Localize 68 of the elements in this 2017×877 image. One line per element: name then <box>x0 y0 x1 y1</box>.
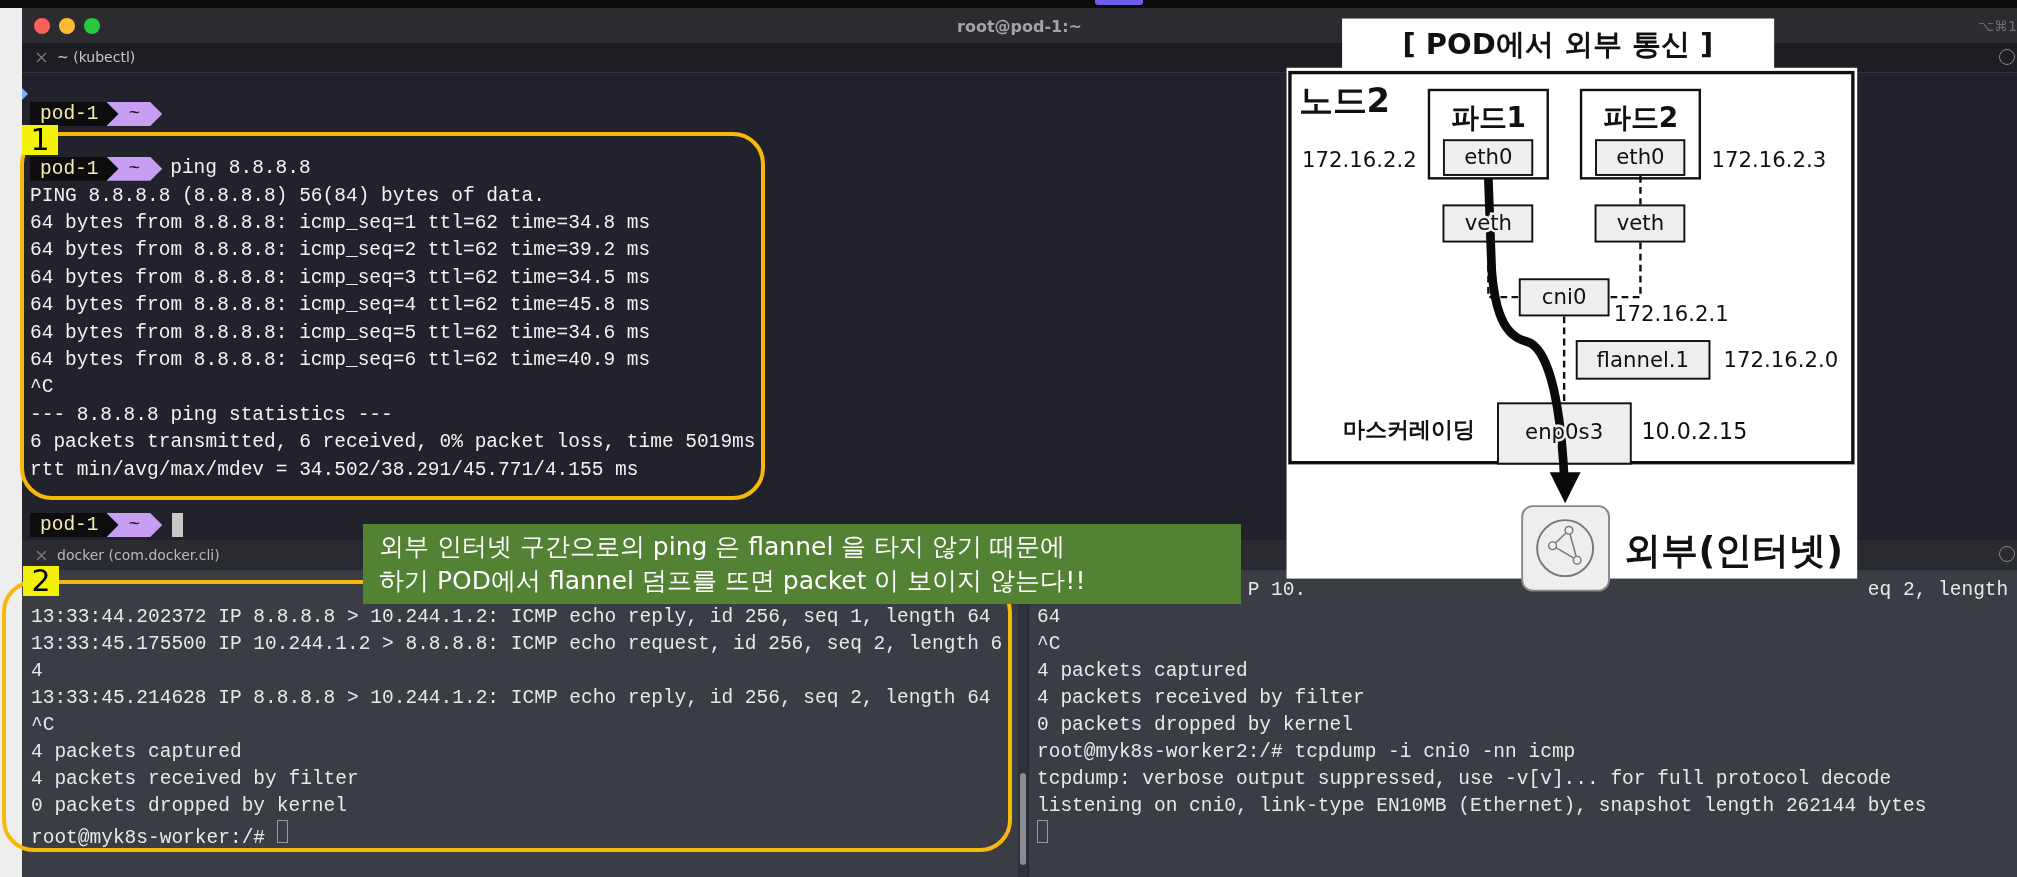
terminal-line: 4 packets captured <box>1037 660 1248 682</box>
close-tab-icon[interactable] <box>36 549 47 561</box>
prompt-host: pod-1 <box>30 513 119 538</box>
pod-label: 파드2 <box>1602 100 1679 134</box>
highlight-number: 1 <box>22 125 58 155</box>
globe-icon <box>1521 505 1610 592</box>
pod-label: 파드1 <box>1450 100 1527 134</box>
terminal-line: 13:33:45.214628 IP 8.8.8.8 > 10.244.1.2: ICMP echo reply, id 256, seq 2, length 64 <box>31 687 991 709</box>
marker-icon <box>22 88 28 100</box>
prompt-host: pod-1 <box>30 102 119 127</box>
ip-label: 172.16.2.1 <box>1613 301 1729 327</box>
terminal-line: eq 2, length <box>1867 579 2009 601</box>
veth-label: veth <box>1616 209 1665 235</box>
terminal-line: 0 packets dropped by kernel <box>31 795 347 817</box>
prompt-host: pod-1 <box>30 156 119 181</box>
annotation-note: 외부 인터넷 구간으로의 ping 은 flannel 을 타지 않기 때문에 하기 POD에서 flannel 덤프를 뜨면 packet 이 보이지 않는다!! <box>363 524 1241 604</box>
terminal-line: 64 bytes from 8.8.8.8: icmp_seq=4 ttl=62 time=45.8 ms <box>30 294 651 317</box>
terminal-line: ^C <box>1037 633 1061 655</box>
terminal-line: root@myk8s-worker2:/# tcpdump -i cni0 -nn icmp <box>1037 741 1576 763</box>
terminal-line: rtt min/avg/max/mdev = 34.502/38.291/45.771/4.155 ms <box>30 458 639 481</box>
diagram-title: [ POD에서 외부 통신 ] <box>1402 27 1714 62</box>
scrollbar-thumb[interactable] <box>1020 773 1026 865</box>
terminal-line: 64 bytes from 8.8.8.8: icmp_seq=2 ttl=62 time=39.2 ms <box>30 239 651 262</box>
terminal-line: 0 packets dropped by kernel <box>1037 714 1353 736</box>
minimize-button[interactable] <box>59 17 75 34</box>
terminal-line: 64 <box>1037 606 1061 628</box>
terminal-line: 13:33:44.202372 IP 8.8.8.8 > 10.244.1.2: ICMP echo reply, id 256, seq 1, length 64 <box>31 606 991 628</box>
terminal-line: 64 bytes from 8.8.8.8: icmp_seq=5 ttl=62 time=34.6 ms <box>30 321 651 344</box>
terminal-line: 4 packets received by filter <box>1037 687 1365 709</box>
node-label: 노드2 <box>1298 81 1391 121</box>
terminal-line: 64 bytes from 8.8.8.8: icmp_seq=1 ttl=62 time=34.8 ms <box>30 211 651 234</box>
masquerade-label: 마스커레이딩 <box>1343 416 1476 443</box>
window-title: root@pod-1:~ <box>957 16 1082 38</box>
connector-line <box>1609 242 1642 299</box>
zoom-button[interactable] <box>84 17 100 34</box>
ip-label: 172.16.2.3 <box>1711 146 1827 172</box>
close-tab-icon[interactable] <box>36 52 47 63</box>
ip-label: 172.16.2.0 <box>1723 347 1839 373</box>
terminal-line: 64 bytes from 8.8.8.8: icmp_seq=3 ttl=62 time=34.5 ms <box>30 266 651 289</box>
terminal-line: P 10. <box>1247 579 1307 601</box>
terminal-line: PING 8.8.8.8 (8.8.8.8) 56(84) bytes of data. <box>30 184 545 207</box>
ip-label: 172.16.2.2 <box>1302 146 1417 172</box>
terminal-line: listening on cni0, link-type EN10MB (Ethernet), snapshot length 262144 bytes <box>1037 795 1927 817</box>
terminal-line: 64 bytes from 8.8.8.8: icmp_seq=6 ttl=62 time=40.9 ms <box>30 349 651 371</box>
terminal-line: 4 <box>31 660 43 682</box>
connector-line <box>1639 175 1642 205</box>
terminal-line: 4 packets captured <box>31 741 242 763</box>
interface-label: eth0 <box>1464 144 1513 170</box>
command-text: ping 8.8.8.8 <box>170 156 311 182</box>
terminal-line: 6 packets transmitted, 6 received, 0% packet loss, time 5019ms <box>30 431 756 454</box>
terminal-line: ^C <box>30 376 54 399</box>
terminal-line: ^C <box>31 714 55 736</box>
ip-label: 10.0.2.15 <box>1641 417 1748 444</box>
flannel-label: flannel.1 <box>1596 347 1690 373</box>
bridge-label: cni0 <box>1541 284 1587 310</box>
interface-label: eth0 <box>1616 144 1665 170</box>
highlight-number: 2 <box>23 566 59 596</box>
terminal-line: 4 packets received by filter <box>31 768 359 790</box>
terminal-line: tcpdump: verbose output suppressed, use -v[v]... for full protocol decode <box>1037 768 1892 790</box>
close-button[interactable] <box>34 17 50 34</box>
shell-prompt: root@myk8s-worker:/# <box>31 827 267 849</box>
tab-title[interactable]: ~ (kubectl) <box>57 47 136 68</box>
tab-title[interactable]: docker (com.docker.cli) <box>57 544 220 566</box>
terminal-line: 13:33:45.175500 IP 10.244.1.2 > 8.8.8.8: ICMP echo request, id 256, seq 2, length 6 <box>31 633 1003 655</box>
external-label: 외부(인터넷) <box>1624 528 1844 572</box>
menu-bar-highlight <box>1095 0 1143 5</box>
terminal-line: --- 8.8.8.8 ping statistics --- <box>30 403 393 426</box>
shortcut-label: ⌥⌘1 <box>1977 17 2017 36</box>
